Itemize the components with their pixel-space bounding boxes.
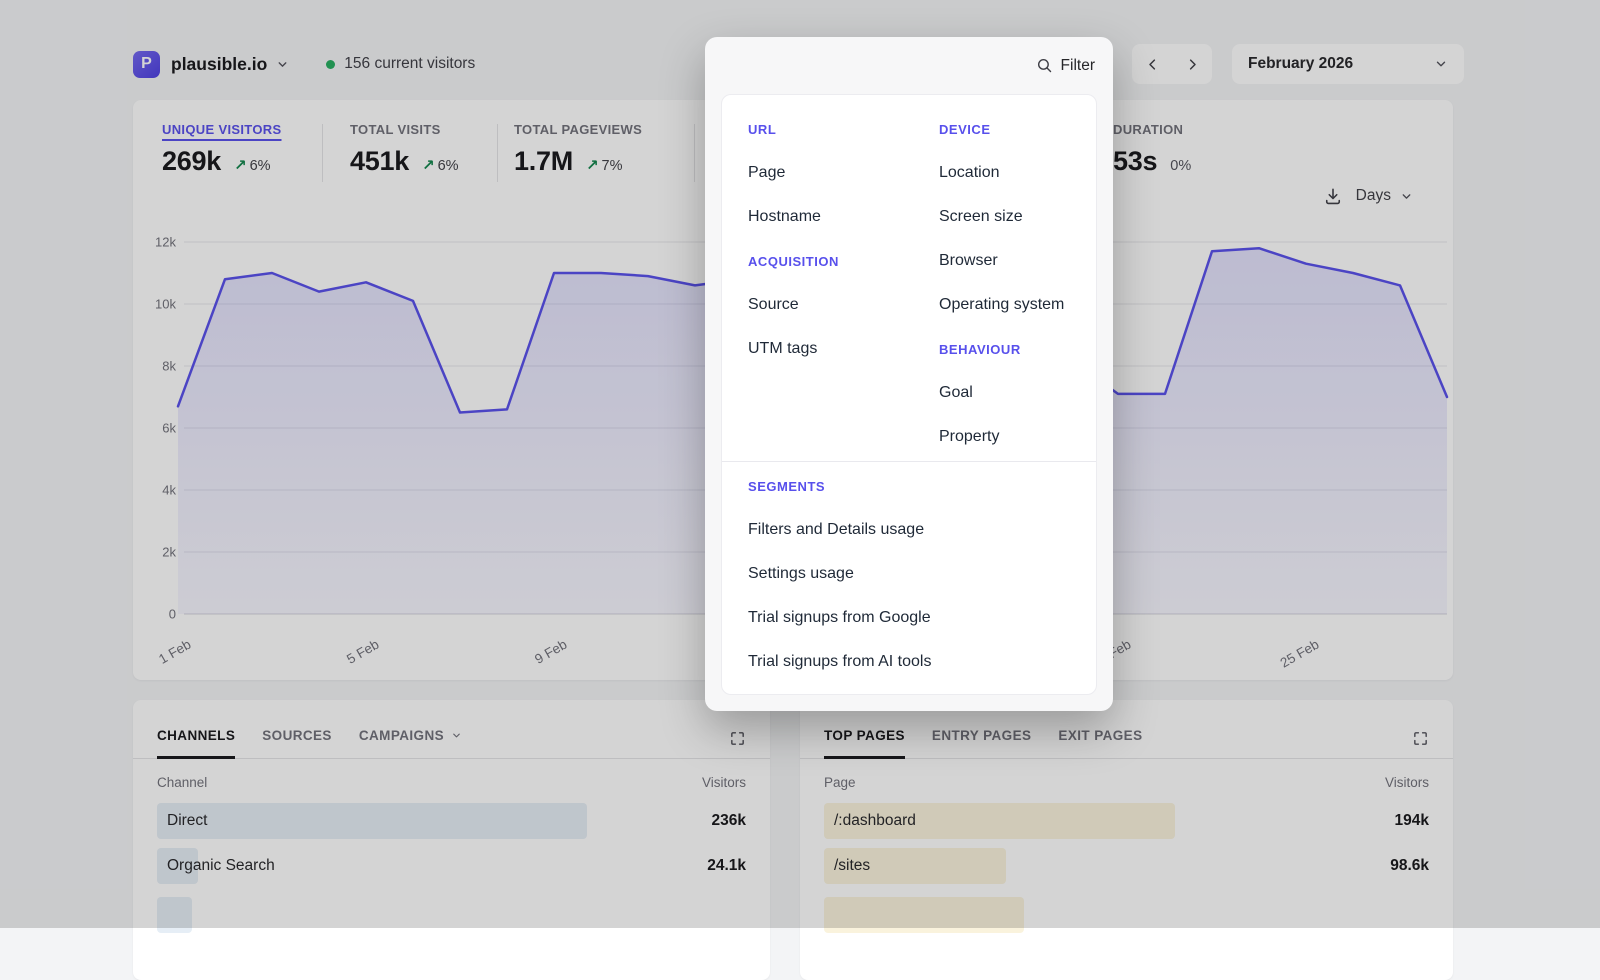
filter-column-1: URLPageHostnameACQUISITIONSourceUTM tags: [748, 107, 939, 459]
filter-modal: Filter URLPageHostnameACQUISITIONSourceU…: [705, 37, 1113, 711]
segments-section: SEGMENTSFilters and Details usageSetting…: [722, 462, 1096, 694]
search-icon: [1036, 57, 1053, 74]
filter-option-utm-tags[interactable]: UTM tags: [748, 327, 939, 371]
filter-column-2: DEVICELocationScreen sizeBrowserOperatin…: [939, 107, 1070, 459]
filter-group-title-url: URL: [748, 107, 939, 151]
page-background: { "accent_color": "#5850ec", "header": {…: [0, 0, 1600, 928]
filter-option-hostname[interactable]: Hostname: [748, 195, 939, 239]
filter-options-card: URLPageHostnameACQUISITIONSourceUTM tags…: [721, 94, 1097, 695]
segment-option-trial-signups-from-google[interactable]: Trial signups from Google: [748, 596, 1070, 640]
filter-option-page[interactable]: Page: [748, 151, 939, 195]
filter-search-button[interactable]: Filter: [721, 37, 1097, 94]
filter-option-location[interactable]: Location: [939, 151, 1070, 195]
segments-title: SEGMENTS: [748, 464, 1070, 508]
filter-modal-title: Filter: [1061, 57, 1095, 75]
filter-option-goal[interactable]: Goal: [939, 371, 1070, 415]
segment-option-trial-signups-from-ai-tools[interactable]: Trial signups from AI tools: [748, 640, 1070, 684]
filter-option-source[interactable]: Source: [748, 283, 939, 327]
filter-option-browser[interactable]: Browser: [939, 239, 1070, 283]
filter-columns: URLPageHostnameACQUISITIONSourceUTM tags…: [722, 95, 1096, 459]
filter-group-title-device: DEVICE: [939, 107, 1070, 151]
segment-option-settings-usage[interactable]: Settings usage: [748, 552, 1070, 596]
filter-group-title-acquisition: ACQUISITION: [748, 239, 939, 283]
filter-option-screen-size[interactable]: Screen size: [939, 195, 1070, 239]
filter-option-property[interactable]: Property: [939, 415, 1070, 459]
filter-group-title-behaviour: BEHAVIOUR: [939, 327, 1070, 371]
segment-option-filters-and-details-usage[interactable]: Filters and Details usage: [748, 508, 1070, 552]
filter-option-operating-system[interactable]: Operating system: [939, 283, 1070, 327]
